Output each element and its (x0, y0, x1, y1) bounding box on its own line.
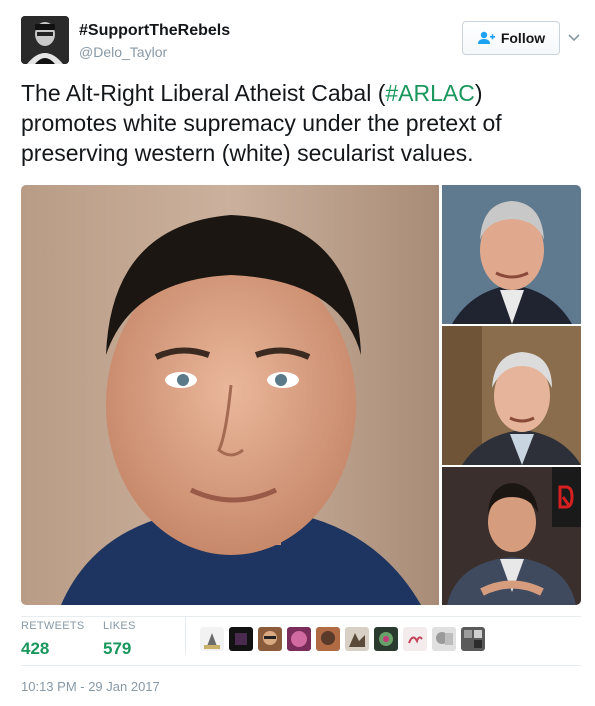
liker-avatars (200, 627, 485, 651)
liker-avatar[interactable] (258, 627, 282, 651)
person-plus-icon (477, 31, 495, 45)
stats-divider-bottom (21, 665, 581, 666)
photo-bottom-right[interactable] (442, 467, 581, 605)
photo-main[interactable] (21, 185, 439, 605)
photo-top-right[interactable] (442, 185, 581, 324)
liker-avatar[interactable] (403, 627, 427, 651)
retweets-label: RETWEETS (21, 620, 85, 632)
liker-avatar[interactable] (287, 627, 311, 651)
liker-avatar[interactable] (461, 627, 485, 651)
follow-button[interactable]: Follow (462, 21, 560, 55)
tweet-header: #SupportTheRebels @Delo_Taylor Follow (21, 16, 581, 64)
avatar[interactable] (21, 16, 69, 64)
retweets-count: 428 (21, 639, 50, 658)
chevron-down-icon[interactable] (567, 30, 581, 44)
stats-separator (185, 616, 186, 654)
stats-divider-top (21, 616, 581, 617)
liker-avatar[interactable] (432, 627, 456, 651)
username-handle[interactable]: @Delo_Taylor (79, 44, 167, 60)
follow-button-label: Follow (500, 30, 546, 46)
tweet-text-start: The Alt-Right Liberal Atheist Cabal ( (21, 80, 386, 106)
liker-avatar[interactable] (200, 627, 224, 651)
liker-avatar[interactable] (229, 627, 253, 651)
retweets-stat[interactable]: RETWEETS 428 (21, 620, 85, 659)
likes-stat[interactable]: LIKES 579 (103, 620, 136, 659)
liker-avatar[interactable] (374, 627, 398, 651)
display-name[interactable]: #SupportTheRebels (79, 22, 230, 40)
media-grid (21, 185, 581, 605)
avatar-portrait-image (21, 16, 69, 64)
liker-avatar[interactable] (345, 627, 369, 651)
tweet-timestamp[interactable]: 10:13 PM - 29 Jan 2017 (21, 679, 160, 694)
hashtag-link[interactable]: #ARLAC (385, 80, 474, 106)
liker-avatar[interactable] (316, 627, 340, 651)
tweet-text: The Alt-Right Liberal Atheist Cabal (#AR… (21, 78, 581, 168)
likes-label: LIKES (103, 620, 136, 632)
photo-middle-right[interactable] (442, 326, 581, 465)
likes-count: 579 (103, 639, 132, 658)
